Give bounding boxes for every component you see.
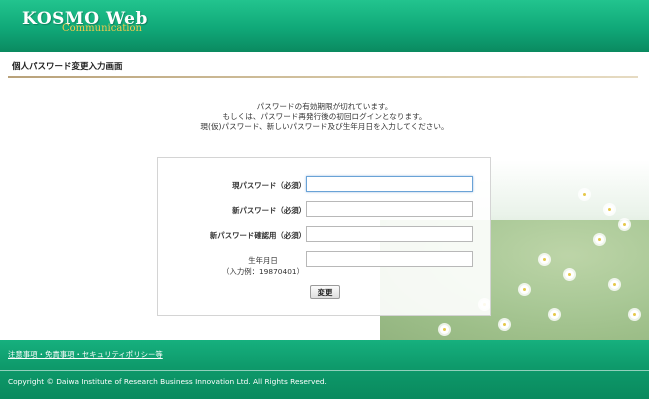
footer-bar: 注意事項・免責事項・セキュリティポリシー等 Copyright © Daiwa … (0, 340, 649, 399)
header-bar: KOSMO Web Communication (0, 0, 649, 52)
message-line-2: もしくは、パスワード再発行後の初回ログインとなります。 (222, 112, 427, 121)
new-password-row: 新パスワード（必須） (158, 201, 492, 221)
current-password-input[interactable] (306, 176, 473, 192)
flower-decoration (630, 310, 639, 319)
flower-decoration (550, 310, 559, 319)
title-divider (8, 76, 638, 78)
change-button[interactable]: 変更 (310, 285, 340, 299)
birthdate-input[interactable] (306, 251, 473, 267)
birthdate-example: （入力例：19870401） (222, 267, 304, 276)
password-change-form: 現パスワード（必須） 新パスワード（必須） 新パスワード確認用（必須） 生年月日… (157, 157, 491, 316)
flower-decoration (620, 220, 629, 229)
footer-divider (0, 370, 649, 371)
status-message: パスワードの有効期限が切れています。 もしくは、パスワード再発行後の初回ログイン… (0, 102, 649, 132)
flower-decoration (540, 255, 549, 264)
current-password-label: 現パスワード（必須） (232, 181, 306, 190)
birthdate-label-text: 生年月日 (248, 256, 278, 265)
page-title: 個人パスワード変更入力画面 (12, 62, 123, 72)
confirm-password-row: 新パスワード確認用（必須） (158, 226, 492, 246)
terms-policy-link[interactable]: 注意事項・免責事項・セキュリティポリシー等 (8, 349, 163, 360)
birthdate-label: 生年月日 （入力例：19870401） (222, 255, 304, 277)
confirm-password-label: 新パスワード確認用（必須） (209, 231, 306, 240)
flower-decoration (440, 325, 449, 334)
message-line-1: パスワードの有効期限が切れています。 (256, 102, 393, 111)
kosmo-logo[interactable]: KOSMO Web Communication (22, 9, 148, 34)
flower-decoration (565, 270, 574, 279)
flower-decoration (580, 190, 589, 199)
flower-decoration (610, 280, 619, 289)
flower-decoration (520, 285, 529, 294)
confirm-password-input[interactable] (306, 226, 473, 242)
copyright-text: Copyright © Daiwa Institute of Research … (8, 377, 327, 386)
new-password-input[interactable] (306, 201, 473, 217)
message-line-3: 現(仮)パスワード、新しいパスワード及び生年月日を入力してください。 (200, 122, 449, 131)
flower-decoration (500, 320, 509, 329)
logo-subtitle: Communication (62, 23, 142, 34)
new-password-label: 新パスワード（必須） (232, 206, 306, 215)
flower-decoration (595, 235, 604, 244)
current-password-row: 現パスワード（必須） (158, 176, 492, 196)
flower-decoration (605, 205, 614, 214)
